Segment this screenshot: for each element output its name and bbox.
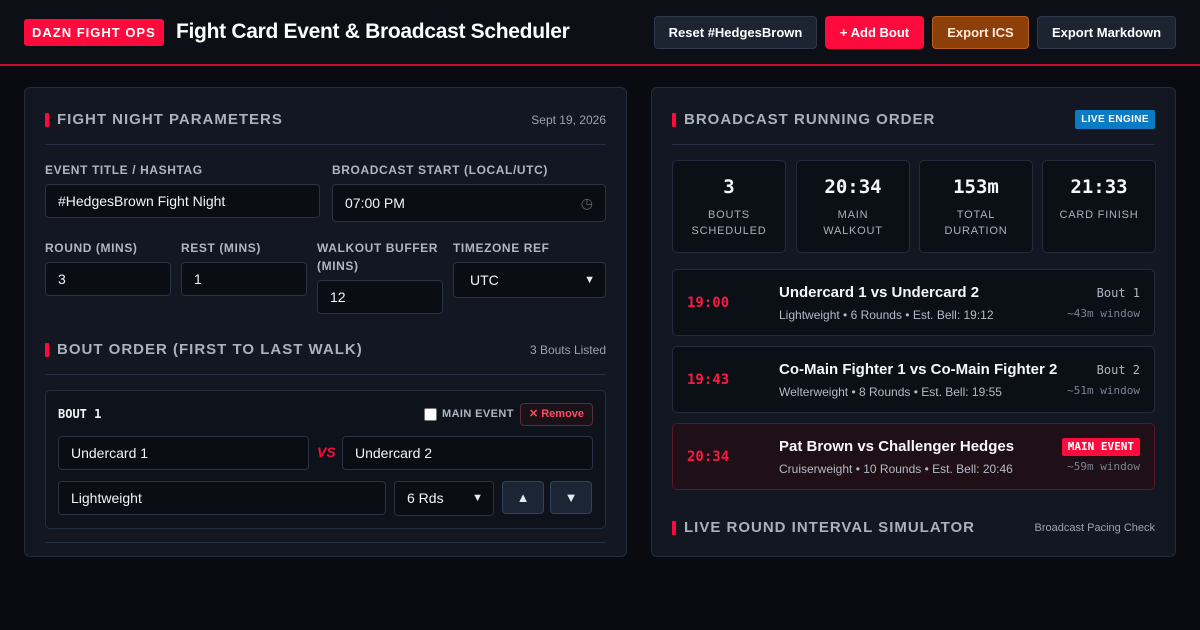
params-heading: FIGHT NIGHT PARAMETERS bbox=[45, 111, 283, 128]
stat-bouts-scheduled: 3 BOUTS SCHEDULED bbox=[672, 160, 786, 253]
broadcast-start-input[interactable]: 07:00 PM ◷ bbox=[332, 184, 606, 222]
fight-night-panel: FIGHT NIGHT PARAMETERS Sept 19, 2026 EVE… bbox=[24, 87, 627, 557]
row-title: Pat Brown vs Challenger Hedges bbox=[779, 438, 1015, 455]
broadcast-start-value: 07:00 PM bbox=[345, 195, 405, 211]
walkout-label-line1: WALKOUT BUFFER bbox=[317, 241, 439, 255]
row-title: Co-Main Fighter 1 vs Co-Main Fighter 2 bbox=[779, 361, 1058, 378]
running-order-row-main[interactable]: 20:34 Pat Brown vs Challenger Hedges Cru… bbox=[672, 423, 1155, 490]
row-window: ~59m window bbox=[1067, 460, 1140, 473]
row-walk-time: 19:00 bbox=[687, 295, 730, 311]
row-walk-time: 19:43 bbox=[687, 372, 730, 388]
fighter-a-input[interactable]: Undercard 1 bbox=[58, 436, 309, 470]
row-window: ~51m window bbox=[1067, 384, 1140, 397]
row-window: ~43m window bbox=[1067, 307, 1140, 320]
row-walk-time: 20:34 bbox=[687, 449, 730, 465]
divider bbox=[45, 144, 606, 145]
stat-value: 3 bbox=[723, 176, 735, 198]
remove-bout-button[interactable]: ✕ Remove bbox=[520, 403, 593, 426]
row-details: Lightweight • 6 Rounds • Est. Bell: 19:1… bbox=[779, 308, 994, 322]
move-down-button[interactable]: ▼ bbox=[550, 481, 592, 514]
live-engine-badge: LIVE ENGINE bbox=[1075, 110, 1155, 129]
stat-value: 153m bbox=[953, 176, 999, 198]
row-bout-tag: Bout 1 bbox=[1096, 286, 1140, 300]
stat-card-finish: 21:33 CARD FINISH bbox=[1042, 160, 1156, 253]
bout-label: BOUT 1 bbox=[58, 407, 102, 421]
row-title: Undercard 1 vs Undercard 2 bbox=[779, 284, 980, 301]
stat-label: CARD FINISH bbox=[1059, 209, 1139, 221]
round-label: ROUND (MINS) bbox=[45, 241, 138, 255]
bout-count: 3 Bouts Listed bbox=[529, 343, 606, 357]
stat-main-walkout: 20:34 MAIN WALKOUT bbox=[796, 160, 910, 253]
app-title: Fight Card Event & Broadcast Scheduler bbox=[176, 20, 570, 43]
walkout-input[interactable]: 12 bbox=[317, 280, 443, 314]
broadcast-start-label: BROADCAST START (LOCAL/UTC) bbox=[332, 163, 548, 177]
brand-logo: DAZN FIGHT OPS bbox=[24, 19, 164, 46]
running-order-row[interactable]: 19:43 Co-Main Fighter 1 vs Co-Main Fight… bbox=[672, 346, 1155, 413]
vs-label: VS bbox=[317, 444, 336, 460]
move-up-button[interactable]: ▲ bbox=[502, 481, 544, 514]
broadcast-heading: BROADCAST RUNNING ORDER bbox=[672, 111, 935, 128]
weight-class-input[interactable]: Lightweight bbox=[58, 481, 386, 515]
event-title-input[interactable]: #HedgesBrown Fight Night bbox=[45, 184, 320, 218]
divider bbox=[672, 144, 1155, 145]
export-markdown-button[interactable]: Export Markdown bbox=[1037, 16, 1176, 49]
reset-button[interactable]: Reset #HedgesBrown bbox=[654, 16, 817, 49]
export-ics-button[interactable]: Export ICS bbox=[932, 16, 1029, 49]
event-date: Sept 19, 2026 bbox=[531, 113, 606, 127]
stat-label: MAIN WALKOUT bbox=[823, 209, 883, 237]
divider bbox=[45, 542, 606, 543]
chevron-down-icon: ▼ bbox=[584, 274, 595, 286]
chevron-down-icon: ▼ bbox=[472, 492, 483, 504]
row-details: Cruiserweight • 10 Rounds • Est. Bell: 2… bbox=[779, 462, 1013, 476]
main-event-label[interactable]: MAIN EVENT bbox=[442, 408, 514, 420]
clock-icon[interactable]: ◷ bbox=[581, 185, 593, 221]
top-header: DAZN FIGHT OPS Fight Card Event & Broadc… bbox=[0, 0, 1200, 66]
stat-value: 20:34 bbox=[824, 176, 882, 198]
stat-label: BOUTS SCHEDULED bbox=[691, 209, 767, 237]
simulator-meta: Broadcast Pacing Check bbox=[1034, 522, 1155, 534]
timezone-value: UTC bbox=[470, 272, 499, 288]
stat-value: 21:33 bbox=[1070, 176, 1128, 198]
running-order-row[interactable]: 19:00 Undercard 1 vs Undercard 2 Lightwe… bbox=[672, 269, 1155, 336]
broadcast-panel: BROADCAST RUNNING ORDER LIVE ENGINE 3 BO… bbox=[651, 87, 1176, 557]
round-input[interactable]: 3 bbox=[45, 262, 171, 296]
bout-card: BOUT 1 MAIN EVENT ✕ Remove Undercard 1 V… bbox=[45, 390, 606, 529]
timezone-label: TIMEZONE REF bbox=[453, 241, 550, 255]
stat-label: TOTAL DURATION bbox=[944, 209, 1008, 237]
bout-order-heading: BOUT ORDER (FIRST TO LAST WALK) bbox=[45, 341, 363, 358]
row-details: Welterweight • 8 Rounds • Est. Bell: 19:… bbox=[779, 385, 1002, 399]
event-title-label: EVENT TITLE / HASHTAG bbox=[45, 163, 203, 177]
timezone-select[interactable]: UTC ▼ bbox=[453, 262, 606, 298]
fighter-b-input[interactable]: Undercard 2 bbox=[342, 436, 593, 470]
simulator-heading: LIVE ROUND INTERVAL SIMULATOR bbox=[672, 519, 975, 536]
main-event-badge: MAIN EVENT bbox=[1061, 438, 1140, 456]
walkout-label-line2: (MINS) bbox=[317, 259, 359, 273]
stat-total-duration: 153m TOTAL DURATION bbox=[919, 160, 1033, 253]
rounds-select[interactable]: 6 Rds ▼ bbox=[394, 481, 494, 516]
rest-label: REST (MINS) bbox=[181, 241, 261, 255]
add-bout-button[interactable]: + Add Bout bbox=[825, 16, 924, 49]
rest-input[interactable]: 1 bbox=[181, 262, 307, 296]
row-bout-tag: Bout 2 bbox=[1096, 363, 1140, 377]
divider bbox=[45, 374, 606, 375]
main-event-checkbox[interactable] bbox=[424, 408, 437, 421]
rounds-value: 6 Rds bbox=[407, 490, 444, 506]
